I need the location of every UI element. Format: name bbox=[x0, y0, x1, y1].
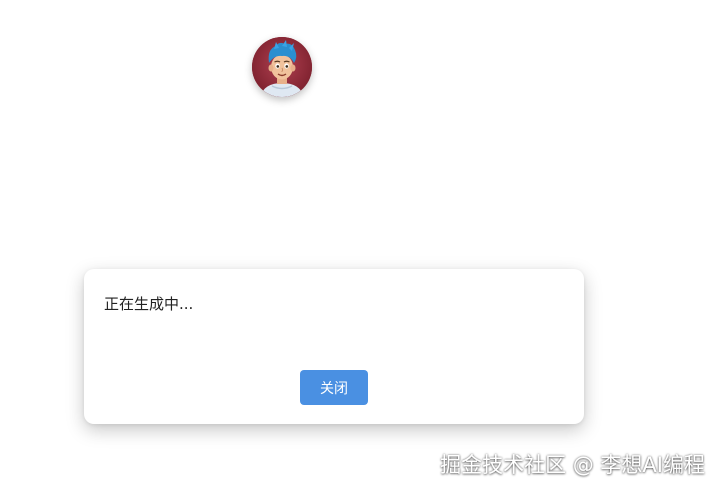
page: 正在生成中... 关闭 掘金技术社区 @ 李想AI编程 bbox=[0, 0, 719, 491]
watermark: 掘金技术社区 @ 李想AI编程 bbox=[440, 453, 705, 477]
cartoon-boy-avatar-icon bbox=[252, 37, 312, 97]
dialog-message: 正在生成中... bbox=[104, 295, 194, 313]
close-button[interactable]: 关闭 bbox=[300, 370, 368, 405]
generating-dialog: 正在生成中... 关闭 bbox=[84, 269, 584, 424]
avatar[interactable] bbox=[252, 37, 312, 97]
